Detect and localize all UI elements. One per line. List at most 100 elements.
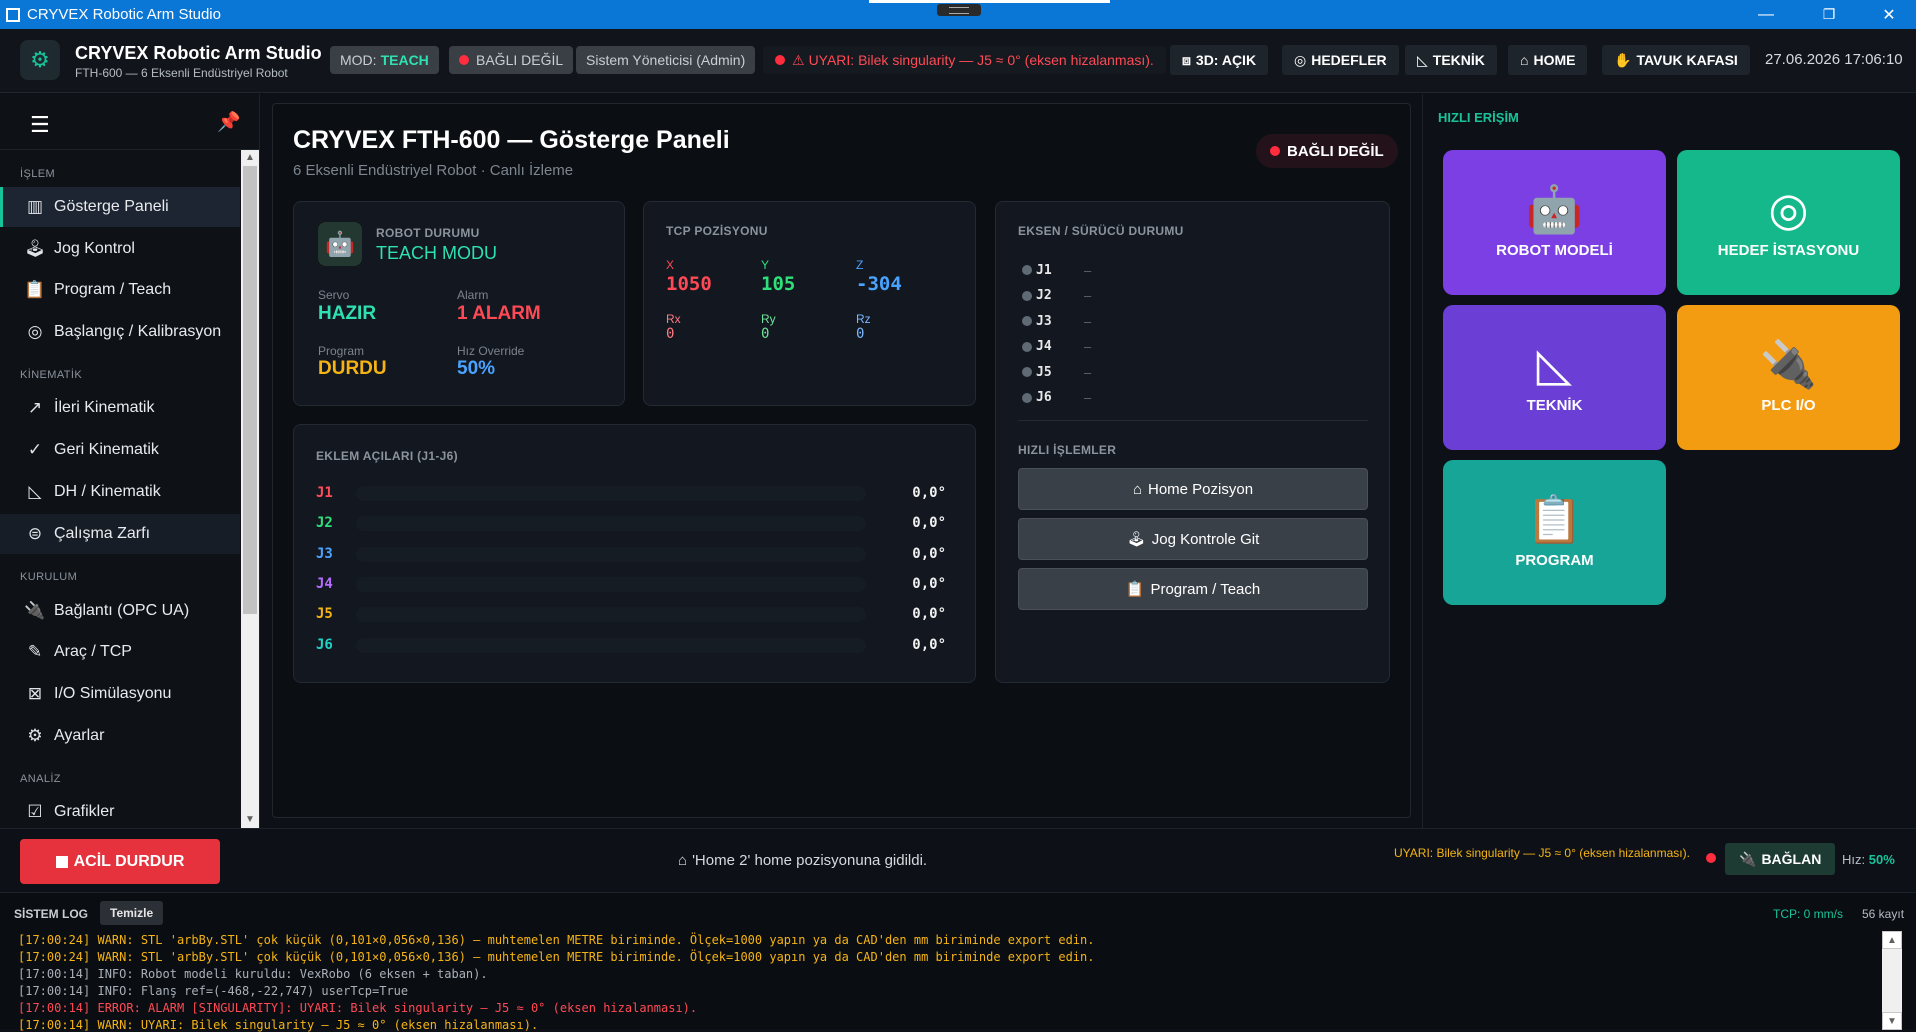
gear-icon: ⚙ [27, 726, 43, 745]
sidebar-item-inverse-kinematics[interactable]: ✓ Geri Kinematik [0, 430, 240, 470]
program-tile[interactable]: 📋 PROGRAM [1443, 460, 1666, 605]
page-title: CRYVEX FTH-600 — Gösterge Paneli [293, 126, 730, 154]
go-jog-button[interactable]: 🕹 Jog Kontrole Git [1018, 518, 1368, 560]
axis-state: – [1084, 313, 1092, 329]
axis-name: J2 [1036, 288, 1052, 303]
alarm-value: 1 ALARM [457, 303, 541, 324]
axis-row: J3 – [1022, 312, 1091, 330]
speed-indicator: Hız: 50% [1842, 852, 1895, 867]
axis-name: J5 [1036, 364, 1052, 380]
joint-angle-value: 0,0° [912, 485, 946, 501]
joint-name: J2 [316, 515, 333, 532]
connection-chip[interactable]: BAĞLI DEĞİL [449, 46, 574, 74]
joints-title: EKLEM AÇILARI (J1-J6) [316, 449, 458, 463]
targets-label: HEDEFLER [1311, 52, 1387, 68]
tcp-x-value: 1050 [666, 273, 712, 295]
gripper-label: TAVUK KAFASI [1636, 52, 1738, 68]
sidebar-item-connection[interactable]: 🔌 Bağlantı (OPC UA) [0, 591, 240, 631]
home-position-button[interactable]: ⌂ Home Pozisyon [1018, 468, 1368, 510]
scroll-down-arrow-icon[interactable]: ▼ [241, 812, 259, 828]
view3d-button[interactable]: ⧈ 3D: AÇIK [1170, 45, 1269, 75]
technical-button[interactable]: ◺ TEKNİK [1405, 45, 1497, 75]
scroll-down-arrow-icon[interactable]: ▼ [1882, 1012, 1902, 1030]
connect-label: BAĞLAN [1761, 851, 1822, 867]
speed-value: 50% [1868, 852, 1895, 867]
speed-label: Hız: [1842, 852, 1866, 867]
robot-model-tile[interactable]: 🤖 ROBOT MODELİ [1443, 150, 1666, 295]
tcp-rx-label: Rx [666, 312, 681, 326]
scroll-up-arrow-icon[interactable]: ▲ [241, 150, 259, 166]
robot-head-icon: 🤖 [1525, 183, 1584, 235]
sidebar-item-workspace[interactable]: ⊜ Çalışma Zarfı [0, 514, 240, 554]
sidebar-item-settings[interactable]: ⚙ Ayarlar [0, 716, 240, 756]
robot-head-icon: 🤖 [318, 222, 362, 266]
tcp-rz-value: 0 [856, 326, 865, 342]
axis-state-dot-icon [1022, 392, 1032, 403]
menu-hamburger-icon[interactable]: ☰ [30, 112, 50, 138]
sidebar-item-label: Araç / TCP [54, 643, 132, 660]
bottom-action-bar: ACİL DURDUR ⌂ 'Home 2' home pozisyonuna g… [0, 828, 1916, 892]
sidebar-item-program[interactable]: 📋 Program / Teach [0, 270, 240, 310]
clear-log-button[interactable]: Temizle [100, 901, 164, 925]
user-label: Sistem Yöneticisi (Admin) [586, 52, 746, 68]
page-subtitle: 6 Eksenli Endüstriyel Robot · Canlı İzle… [293, 162, 574, 179]
sidebar-item-charts[interactable]: ☑ Grafikler [0, 792, 240, 832]
override-value: 50% [457, 358, 496, 379]
app-header: ⚙ CRYVEX Robotic Arm Studio FTH-600 — 6 … [0, 29, 1916, 93]
target-station-tile[interactable]: ◎ HEDEF İSTASYONU [1677, 150, 1900, 295]
sidebar-item-label: Grafikler [54, 803, 115, 820]
gripper-button[interactable]: ✋ TAVUK KAFASI [1602, 45, 1750, 75]
home-button[interactable]: ⌂ HOME [1508, 45, 1588, 75]
home-position-label: Home Pozisyon [1148, 480, 1254, 498]
window-title: CRYVEX Robotic Arm Studio [27, 6, 221, 23]
snap-grip[interactable] [937, 4, 981, 16]
axis-state: – [1084, 364, 1092, 380]
sidebar-item-label: I/O Simülasyonu [54, 685, 172, 702]
maximize-button[interactable]: ❐ [1806, 0, 1852, 29]
sidebar-item-tool[interactable]: ✎ Araç / TCP [0, 632, 240, 672]
emergency-stop-label: ACİL DURDUR [73, 852, 185, 870]
app-title: CRYVEX Robotic Arm Studio [75, 43, 322, 63]
sidebar-item-dashboard[interactable]: ▥ Gösterge Paneli [0, 187, 240, 227]
log-title: SİSTEM LOG [14, 907, 89, 921]
go-jog-label: Jog Kontrole Git [1151, 530, 1260, 548]
connection-badge-label: BAĞLI DEĞİL [1287, 142, 1384, 160]
axis-state-dot-icon [1022, 316, 1032, 326]
sidebar-item-label: Gösterge Paneli [54, 198, 169, 215]
disconnected-dot-icon [1270, 146, 1280, 156]
axis-state: – [1084, 390, 1092, 405]
sidebar-item-label: Başlangıç / Kalibrasyon [54, 323, 222, 340]
home-icon: ⌂ [1132, 480, 1142, 498]
home-icon: ⌂ [678, 852, 688, 869]
user-chip[interactable]: Sistem Yöneticisi (Admin) [576, 46, 756, 74]
section-kinematics: KİNEMATİK [20, 369, 83, 381]
close-button[interactable]: ✕ [1866, 0, 1912, 29]
axis-name: J3 [1036, 313, 1052, 329]
sidebar-item-jog[interactable]: 🕹 Jog Kontrol [0, 229, 240, 269]
sidebar-scrollbar[interactable]: ▲ ▼ [241, 150, 259, 828]
sidebar-item-dh[interactable]: ◺ DH / Kinematik [0, 472, 240, 512]
targets-button[interactable]: ◎ HEDEFLER [1282, 45, 1399, 75]
minimize-button[interactable]: — [1743, 0, 1789, 29]
sidebar-item-io[interactable]: ⊠ I/O Simülasyonu [0, 674, 240, 714]
pin-icon[interactable]: 📌 [217, 110, 241, 134]
technical-tile[interactable]: ◺ TEKNİK [1443, 305, 1666, 450]
connect-button[interactable]: 🔌 BAĞLAN [1725, 843, 1836, 875]
log-scrollbar[interactable]: ▲ ▼ [1882, 931, 1902, 1030]
plc-io-tile[interactable]: 🔌 PLC I/O [1677, 305, 1900, 450]
technical-tile-label: TEKNİK [1526, 397, 1583, 414]
scrollbar-thumb[interactable] [243, 166, 257, 614]
mode-chip[interactable]: MOD: TEACH [330, 46, 439, 74]
connection-chip-label: BAĞLI DEĞİL [476, 52, 564, 68]
sidebar-item-calibration[interactable]: ◎ Başlangıç / Kalibrasyon [0, 312, 240, 352]
sidebar-item-forward-kinematics[interactable]: ↗ İleri Kinematik [0, 388, 240, 428]
servo-label: Servo [318, 288, 350, 302]
program-teach-button[interactable]: 📋 Program / Teach [1018, 568, 1368, 610]
sidebar-item-label: Çalışma Zarfı [54, 525, 151, 542]
globe-icon: ⊜ [27, 524, 43, 543]
emergency-stop-button[interactable]: ACİL DURDUR [20, 839, 220, 884]
scroll-up-arrow-icon[interactable]: ▲ [1882, 931, 1902, 949]
home-icon: ⌂ [1520, 52, 1529, 68]
program-tile-label: PROGRAM [1515, 552, 1594, 569]
axis-state-dot-icon [1022, 290, 1032, 301]
